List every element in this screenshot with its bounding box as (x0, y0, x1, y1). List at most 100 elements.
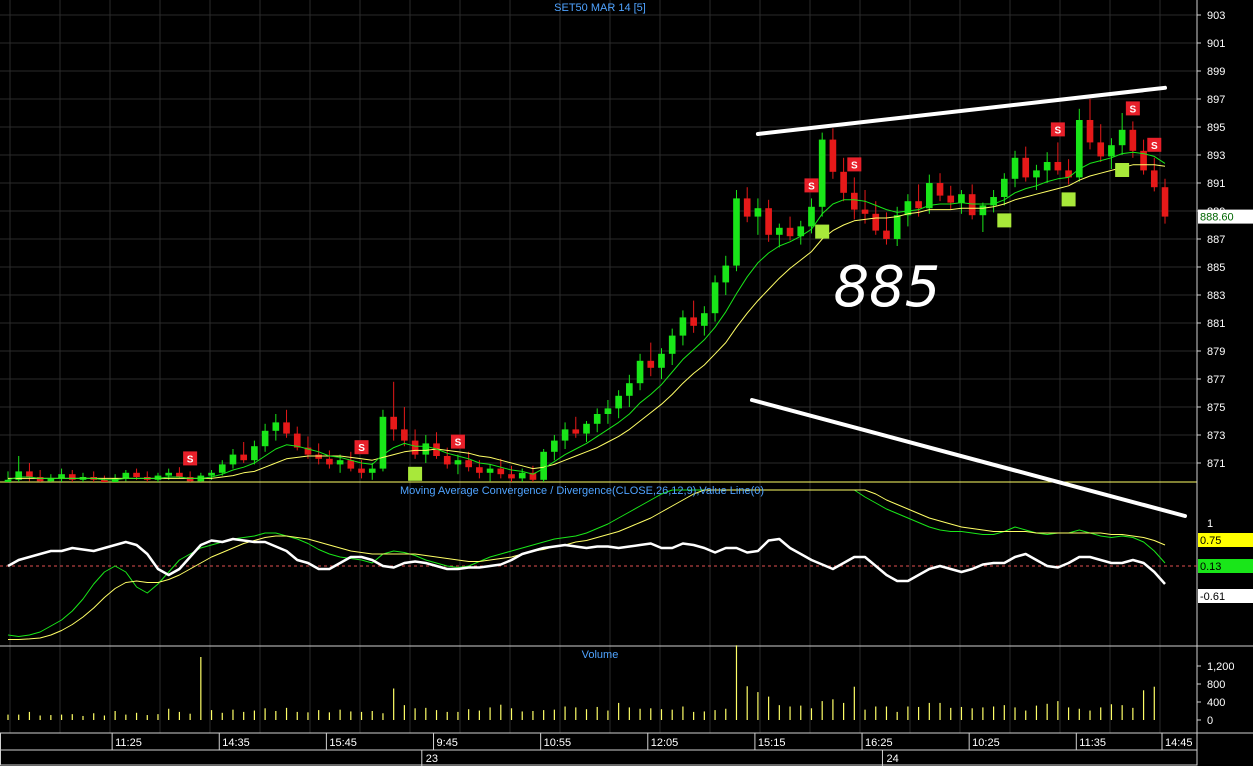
candle[interactable] (240, 442, 248, 463)
candle[interactable] (808, 198, 815, 234)
candle[interactable] (58, 468, 65, 482)
price-tick-label: 883 (1207, 290, 1225, 302)
candle[interactable] (79, 472, 87, 482)
candle[interactable] (786, 216, 794, 241)
candle[interactable] (186, 471, 194, 482)
candle[interactable] (829, 128, 837, 179)
candle[interactable] (626, 374, 633, 407)
candle[interactable] (1097, 124, 1105, 162)
candle[interactable] (1011, 150, 1019, 188)
sell-signal-marker: S (354, 440, 369, 455)
sell-signal-marker: S (183, 451, 198, 466)
candle[interactable] (690, 300, 697, 333)
candle[interactable] (251, 440, 258, 465)
candle-body (1022, 157, 1030, 178)
candle[interactable] (411, 429, 419, 459)
candle[interactable] (979, 202, 987, 232)
candle[interactable] (379, 409, 387, 472)
candle[interactable] (1161, 178, 1169, 224)
candle-body (443, 456, 451, 465)
buy-signal-marker (997, 213, 1012, 228)
candle-body (358, 468, 365, 473)
candle[interactable] (701, 306, 708, 336)
candle[interactable] (326, 450, 333, 469)
candle[interactable] (347, 451, 355, 472)
candle[interactable] (958, 190, 965, 214)
candle-body (572, 429, 580, 434)
candle[interactable] (861, 190, 869, 224)
candle[interactable] (465, 451, 472, 472)
candle[interactable] (1140, 139, 1147, 175)
candle[interactable] (593, 408, 601, 433)
candle[interactable] (647, 342, 655, 377)
candle[interactable] (90, 471, 98, 482)
candle[interactable] (765, 199, 772, 242)
candle[interactable] (272, 414, 280, 441)
candle[interactable] (497, 458, 505, 479)
candle[interactable] (433, 432, 440, 459)
candle-body (1161, 187, 1169, 217)
candle[interactable] (968, 184, 976, 220)
candle[interactable] (261, 423, 269, 452)
candle[interactable] (990, 190, 997, 213)
sell-signal-letter: S (455, 438, 462, 449)
candle[interactable] (679, 310, 687, 346)
candle[interactable] (947, 185, 955, 210)
candle[interactable] (658, 348, 665, 379)
candle[interactable] (925, 174, 933, 214)
candle[interactable] (615, 390, 622, 419)
candle[interactable] (551, 435, 558, 461)
candle-body (465, 460, 472, 468)
candle[interactable] (122, 470, 130, 482)
candle[interactable] (422, 435, 430, 463)
candle[interactable] (743, 187, 751, 223)
candle[interactable] (1150, 157, 1158, 192)
time-tick-label: 14:45 (1165, 737, 1193, 749)
candle-body (861, 209, 869, 214)
candle[interactable] (143, 471, 151, 482)
price-candles[interactable] (4, 99, 1169, 482)
time-tick-label: 15:15 (758, 737, 786, 749)
stock-chart-window[interactable]: SSSSSSSS 9039018998978958938918898878858… (0, 0, 1253, 766)
candle[interactable] (722, 255, 730, 295)
candle-body (508, 474, 515, 479)
candle[interactable] (540, 449, 547, 482)
candle[interactable] (561, 422, 569, 449)
candle-body (218, 464, 226, 473)
candle[interactable] (776, 223, 783, 248)
candle[interactable] (68, 470, 76, 482)
candle[interactable] (797, 220, 805, 245)
candle[interactable] (583, 421, 590, 442)
candle[interactable] (840, 157, 847, 202)
candle[interactable] (733, 190, 740, 272)
candle[interactable] (668, 328, 676, 365)
candle[interactable] (315, 443, 322, 465)
candle[interactable] (1065, 159, 1072, 185)
candle[interactable] (368, 463, 376, 480)
candle[interactable] (401, 407, 408, 447)
candle-body (1011, 157, 1019, 179)
candle[interactable] (486, 464, 494, 482)
candle[interactable] (390, 381, 397, 441)
candle[interactable] (636, 353, 644, 391)
candle[interactable] (283, 409, 290, 438)
candle[interactable] (711, 275, 719, 322)
candle[interactable] (1086, 99, 1094, 150)
candle[interactable] (1043, 152, 1051, 183)
candle[interactable] (1108, 138, 1115, 169)
volume-tick-label: 800 (1207, 679, 1225, 691)
candle[interactable] (1022, 146, 1030, 182)
candle[interactable] (229, 449, 237, 469)
candle-body (647, 360, 655, 368)
candle-body (326, 458, 333, 465)
candle[interactable] (508, 465, 515, 482)
candle[interactable] (818, 132, 826, 217)
candle[interactable] (1118, 113, 1126, 155)
candle[interactable] (197, 472, 205, 482)
time-axis-frame (0, 732, 1198, 766)
candle-body (711, 282, 719, 314)
candle[interactable] (936, 173, 944, 202)
candle[interactable] (36, 470, 44, 482)
buy-signal-marker (408, 466, 423, 481)
candle[interactable] (851, 177, 858, 220)
